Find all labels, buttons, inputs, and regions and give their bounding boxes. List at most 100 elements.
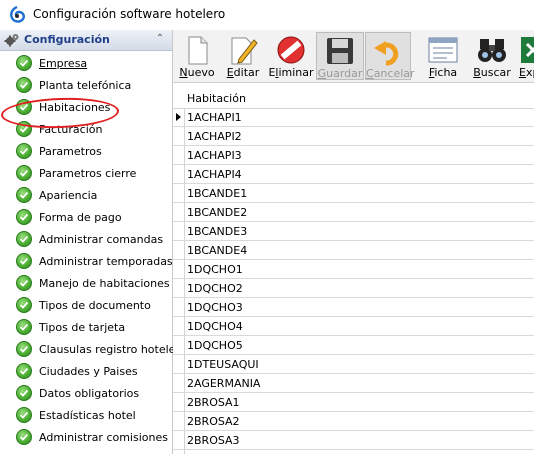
table-row[interactable]: 1ACHAPI3 [173, 146, 534, 165]
table-row[interactable]: 2BROSA1 [173, 393, 534, 412]
table-row[interactable]: 1BCANDE3 [173, 222, 534, 241]
sidebar-item-forma-de-pago[interactable]: Forma de pago [0, 207, 172, 229]
buscar-label: Buscar [473, 66, 511, 79]
sidebar-item-administrar-temporadas[interactable]: Administrar temporadas [0, 251, 173, 273]
table-cell: 2AGERMANIA [187, 377, 261, 390]
grid-column-header[interactable]: Habitación [173, 88, 534, 109]
check-icon [16, 341, 32, 357]
sidebar-item-label: Datos obligatorios [39, 387, 140, 400]
gears-icon [4, 34, 19, 47]
editar-label: Editar [226, 66, 260, 79]
sidebar-item-datos-obligatorios[interactable]: Datos obligatorios [0, 383, 172, 405]
check-icon [16, 319, 32, 335]
sidebar-item-clausulas-registro-hotelero[interactable]: Clausulas registro hotelero [0, 339, 186, 361]
sidebar-header[interactable]: Configuración ⌃ [0, 30, 172, 51]
sidebar-item-planta-telefonica[interactable]: Planta telefónica [0, 75, 172, 97]
ficha-label: Ficha [428, 66, 458, 79]
table-row[interactable]: 1BCANDE4 [173, 241, 534, 260]
ficha-button[interactable]: Ficha [420, 32, 466, 80]
sidebar-item-tipos-de-tarjeta[interactable]: Tipos de tarjeta [0, 317, 172, 339]
sidebar-item-administrar-comisiones[interactable]: Administrar comisiones [0, 427, 172, 449]
table-cell: 1ACHAPI2 [187, 130, 242, 143]
check-icon [16, 429, 32, 445]
form-card-icon [428, 37, 458, 63]
table-cell: 1ACHAPI1 [187, 111, 242, 124]
sidebar-item-label: Forma de pago [39, 211, 122, 224]
toolbar: Nuevo Editar Eliminar Guardar Cancelar F… [173, 30, 534, 83]
table-row[interactable]: 2BROSA2 [173, 412, 534, 431]
binoculars-icon [478, 39, 506, 62]
table-row[interactable]: 1DQCHO4 [173, 317, 534, 336]
sidebar-item-label: Manejo de habitaciones [39, 277, 170, 290]
sidebar-item-ciudades-y-paises[interactable]: Ciudades y Paises [0, 361, 172, 383]
new-document-icon [188, 36, 208, 65]
table-cell: 1DQCHO5 [187, 339, 243, 352]
table-cell: 2BROSA2 [187, 415, 240, 428]
sidebar-item-manejo-de-habitaciones[interactable]: Manejo de habitaciones [0, 273, 172, 295]
table-row[interactable]: 1BCANDE2 [173, 203, 534, 222]
table-row[interactable]: 2BROSA3 [173, 431, 534, 450]
collapse-icon[interactable]: ⌃ [153, 32, 167, 46]
sidebar-item-parametros-cierre[interactable]: Parametros cierre [0, 163, 172, 185]
table-row[interactable]: 2AGERMANIA [173, 374, 534, 393]
guardar-button[interactable]: Guardar [316, 32, 364, 80]
table-cell: 2BROSA3 [187, 434, 240, 447]
save-disk-icon [327, 38, 353, 64]
table-row[interactable]: 1DQCHO3 [173, 298, 534, 317]
edit-pencil-icon [231, 37, 258, 65]
nuevo-button[interactable]: Nuevo [176, 32, 218, 80]
check-icon [16, 77, 32, 93]
sidebar-item-label: Tipos de tarjeta [39, 321, 126, 334]
table-row[interactable]: 1BCANDE1 [173, 184, 534, 203]
table-cell: 1ACHAPI3 [187, 149, 242, 162]
undo-arrow-icon [374, 41, 399, 66]
sidebar-header-label: Configuración [24, 33, 110, 46]
sidebar-item-empresa[interactable]: Empresa [0, 53, 172, 75]
table-row[interactable]: 1DQCHO5 [173, 336, 534, 355]
buscar-button[interactable]: Buscar [469, 32, 515, 80]
cancelar-button[interactable]: Cancelar [365, 32, 415, 80]
exportar-button[interactable]: Exp [518, 32, 534, 80]
guardar-label: Guardar [317, 67, 363, 80]
table-cell: 1BCANDE1 [187, 187, 248, 200]
sidebar-item-label: Estadísticas hotel [39, 409, 136, 422]
sidebar-item-estadisticas-hotel[interactable]: Estadísticas hotel [0, 405, 172, 427]
eliminar-button[interactable]: Eliminar [268, 32, 314, 80]
cancelar-label: Cancelar [366, 67, 415, 80]
check-icon [16, 55, 32, 71]
check-icon [16, 363, 32, 379]
sidebar-item-administrar-comandas[interactable]: Administrar comandas [0, 229, 172, 251]
app-logo-icon [10, 6, 25, 23]
table-row[interactable]: 1DQCHO2 [173, 279, 534, 298]
sidebar-item-label: Administrar comandas [39, 233, 164, 246]
table-row[interactable]: 1DQCHO1 [173, 260, 534, 279]
check-icon [16, 165, 32, 181]
table-row[interactable]: 1ACHAPI1 [173, 108, 534, 127]
sidebar-item-label: Administrar comisiones [39, 431, 168, 444]
sidebar-item-label: Empresa [39, 57, 88, 70]
table-cell: 1BCANDE2 [187, 206, 248, 219]
sidebar-item-apariencia[interactable]: Apariencia [0, 185, 172, 207]
check-icon [16, 297, 32, 313]
rooms-grid: Habitación 1ACHAPI1 1ACHAPI2 1ACHAPI3 1A… [173, 88, 534, 454]
editar-button[interactable]: Editar [221, 32, 265, 80]
sidebar-item-label: Tipos de documento [39, 299, 151, 312]
table-row[interactable]: 1DTEUSAQUI [173, 355, 534, 374]
sidebar-item-label: Apariencia [39, 189, 98, 202]
sidebar-item-parametros[interactable]: Parametros [0, 141, 172, 163]
check-icon [16, 253, 32, 269]
exportar-label: Exp [519, 66, 534, 79]
table-row[interactable]: 1ACHAPI2 [173, 127, 534, 146]
eliminar-label: Eliminar [268, 66, 314, 79]
check-icon [16, 407, 32, 423]
sidebar-item-tipos-de-documento[interactable]: Tipos de documento [0, 295, 172, 317]
table-cell: 1ACHAPI4 [187, 168, 242, 181]
sidebar-item-label: Administrar temporadas [39, 255, 173, 268]
check-icon [16, 275, 32, 291]
table-row[interactable]: 1ACHAPI4 [173, 165, 534, 184]
sidebar-item-label: Parametros cierre [39, 167, 137, 180]
sidebar-item-label: Parametros [39, 145, 102, 158]
title-bar: Configuración software hotelero [0, 0, 534, 30]
table-cell: 1BCANDE3 [187, 225, 248, 238]
table-cell: 1DTEUSAQUI [187, 358, 259, 371]
